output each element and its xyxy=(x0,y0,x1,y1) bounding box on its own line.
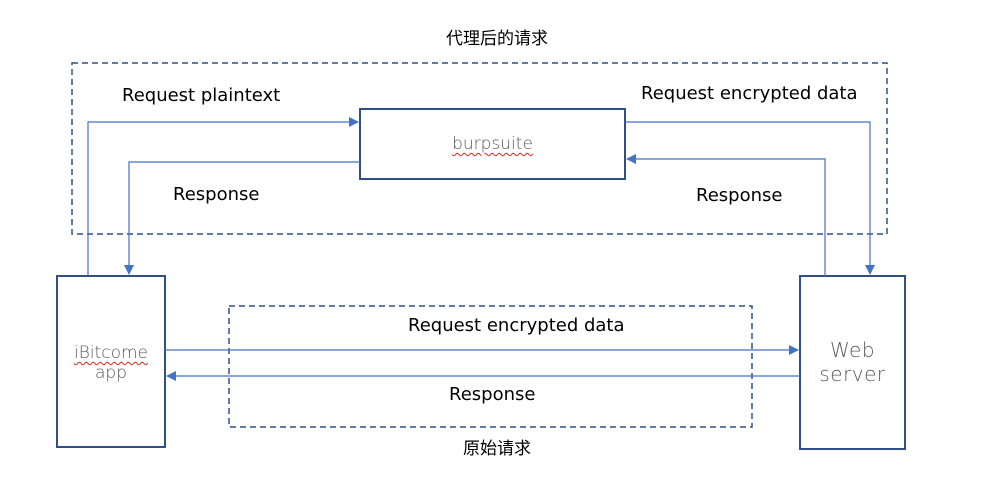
flow-diagram: 代理后的请求 原始请求 Request plaintext Response R… xyxy=(0,0,994,499)
edge-proxy-response-to-app xyxy=(124,161,360,275)
burpsuite-label-text: burpsuite xyxy=(452,134,533,154)
burpsuite-label: burpsuite xyxy=(360,133,625,155)
app-label-line1: iBitcome xyxy=(73,343,148,363)
label-proxy-response-left: Response xyxy=(173,184,260,205)
label-proxy-response-right: Response xyxy=(696,185,783,206)
server-label-line1: Web xyxy=(829,338,876,362)
server-label-line2: server xyxy=(819,362,886,386)
app-label-line2: app xyxy=(95,363,127,383)
diagram-canvas xyxy=(56,62,906,450)
label-request-plaintext: Request plaintext xyxy=(122,85,281,106)
server-label: Web server xyxy=(800,338,905,386)
label-direct-response: Response xyxy=(449,384,536,405)
original-request-title: 原始请求 xyxy=(463,439,531,459)
app-label: iBitcome app xyxy=(57,343,165,383)
label-direct-request: Request encrypted data xyxy=(408,315,625,336)
edge-server-response-to-proxy xyxy=(626,154,826,276)
proxied-request-title: 代理后的请求 xyxy=(446,29,548,49)
label-request-encrypted-top: Request encrypted data xyxy=(641,83,858,104)
